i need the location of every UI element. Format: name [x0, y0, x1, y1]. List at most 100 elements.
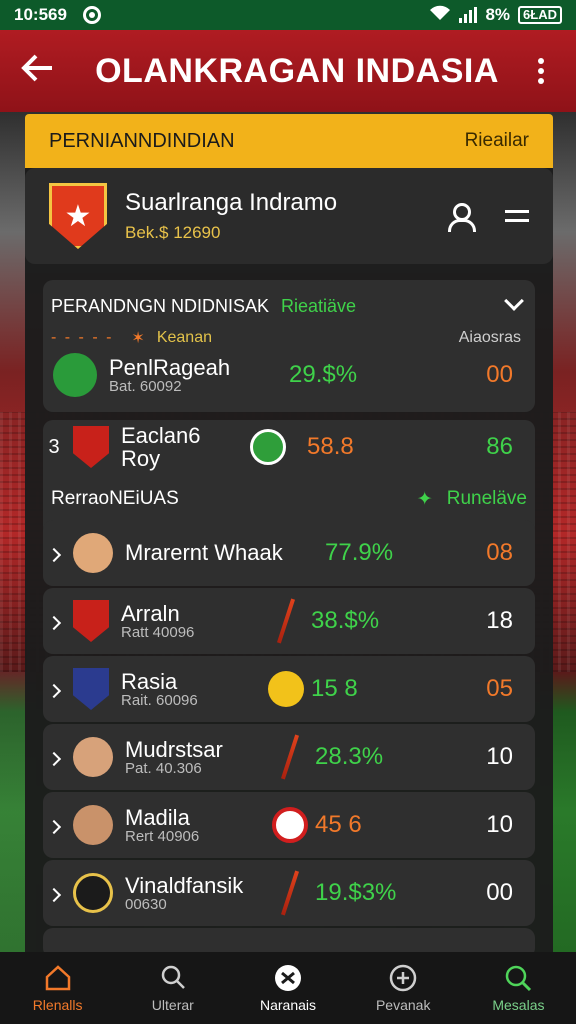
nav-item-home[interactable]: Rlenalls: [0, 952, 115, 1024]
player-row[interactable]: Vinaldfansik 00630 19.$3% 00: [43, 862, 535, 924]
slash-icon: [265, 870, 315, 916]
chevron-right-icon[interactable]: [46, 547, 62, 563]
nav-label: Mesalas: [492, 997, 545, 1013]
add-circle-icon: [389, 964, 417, 992]
home-icon: [45, 965, 70, 991]
player-sub: Ratt 40096: [121, 623, 195, 641]
player-sub: 00630: [125, 895, 167, 913]
nav-label: Naranais: [259, 997, 317, 1013]
player-sub: Pat. 40.306: [125, 759, 202, 777]
standing-heading: PERANDNGN NDIDNISAK: [51, 296, 270, 316]
battery-percent: 8%: [485, 5, 511, 24]
player-value: 10: [486, 811, 513, 838]
nav-label: Ulterar: [151, 997, 194, 1013]
player-row[interactable]: Mudrstsar Pat. 40.306 28.3% 10: [43, 726, 535, 788]
ball-icon: [275, 965, 301, 991]
section-filter[interactable]: Runeläve: [447, 488, 535, 510]
player-value: 08: [486, 539, 513, 566]
club-logo-icon: [73, 426, 109, 468]
search-icon: [506, 965, 532, 992]
player-avatar: [73, 805, 113, 845]
nav-item-search-person[interactable]: Ulterar: [115, 952, 230, 1024]
team-card[interactable]: ★ Suarlranga Indramo Bek.$ 12690: [25, 168, 553, 264]
club-score: 58.8: [307, 433, 354, 460]
player-name: Arraln: [121, 600, 180, 626]
bottom-navigation: Rlenalls Ulterar Naranais Pevanak Mesala…: [0, 952, 576, 1024]
player-sub: Rert 40906: [125, 827, 200, 845]
player-name: Mrarernt Whaak: [125, 540, 283, 566]
more-options-icon[interactable]: [526, 58, 556, 84]
back-arrow-icon[interactable]: [20, 52, 68, 90]
player-name: Madila: [125, 804, 190, 830]
player-value: 10: [486, 743, 513, 770]
signal-icon: [459, 7, 478, 23]
team-logo-icon: [53, 353, 97, 397]
standing-relative-label[interactable]: Rieatiäve: [281, 296, 356, 317]
player-avatar: [73, 737, 113, 777]
standing-team-name: PenlRageah: [109, 354, 231, 380]
standing-team-sub: Bat. 60092: [109, 377, 182, 395]
menu-icon[interactable]: [505, 210, 529, 222]
player-percent: 28.3%: [315, 743, 384, 770]
player-row[interactable]: Madila Rert 40906 45 6 10: [43, 794, 535, 856]
player-percent: 45 6: [315, 811, 362, 838]
page-title: OLANKRAGAN INDASIA: [95, 51, 499, 90]
player-sub: Rait. 60096: [121, 691, 198, 709]
no-entry-icon: [265, 807, 315, 843]
nav-label: Pevanak: [375, 997, 431, 1013]
slash-icon: [265, 734, 315, 780]
profile-icon[interactable]: [447, 203, 476, 232]
chevron-right-icon[interactable]: [46, 751, 62, 767]
team-balance: Bek.$ 12690: [125, 223, 221, 242]
player-percent: 19.$3%: [315, 879, 397, 906]
player-name: Vinaldfansik: [125, 872, 244, 898]
chevron-right-icon[interactable]: [46, 887, 62, 903]
chevron-right-icon[interactable]: [46, 615, 62, 631]
player-avatar: [73, 873, 113, 913]
player-row[interactable]: Mrarernt Whaak 77.9% 08: [43, 522, 535, 584]
wifi-icon: [429, 5, 451, 26]
nav-item-add[interactable]: Pevanak: [346, 952, 461, 1024]
slash-icon: [261, 598, 311, 644]
status-bar: 10:569 8% 6ŁAD: [0, 0, 576, 30]
club-name: Eaclan6 Roy: [121, 422, 201, 471]
player-value: 18: [486, 607, 513, 634]
player-name: Rasia: [121, 668, 178, 694]
player-percent: 38.$%: [311, 607, 380, 634]
main-panel: ★ Suarlranga Indramo Bek.$ 12690 PERANDN…: [25, 168, 553, 958]
nav-item-search[interactable]: Mesalas: [461, 952, 576, 1024]
badge-icon: [243, 429, 293, 465]
notification-icon: [82, 6, 101, 24]
club-value: 86: [486, 433, 513, 460]
player-percent: 77.9%: [325, 539, 394, 566]
chevron-down-icon[interactable]: [504, 291, 524, 311]
search-person-icon: [161, 965, 185, 989]
player-value: 00: [486, 879, 513, 906]
status-time: 10:569: [14, 5, 67, 24]
player-percent: 15 8: [311, 675, 358, 702]
rank-number: 3: [48, 435, 60, 458]
player-row[interactable]: Arraln Ratt 40096 38.$% 18: [43, 590, 535, 652]
chevron-right-icon[interactable]: [46, 683, 62, 699]
player-club-icon: [73, 668, 109, 710]
section-star-icon: ✦: [416, 488, 433, 510]
section-title: RerraoNEiUAS: [51, 488, 179, 509]
league-banner[interactable]: PERNIANNDINDIAN Rieailar: [25, 114, 553, 168]
standing-value: 00: [486, 361, 513, 388]
badge-icon: [261, 671, 311, 707]
banner-title: PERNIANNDINDIAN: [49, 129, 235, 152]
standing-percent: 29.$%: [289, 361, 358, 388]
app-bar: OLANKRAGAN INDASIA: [0, 30, 576, 112]
battery-icon: 6ŁAD: [518, 6, 562, 24]
player-row[interactable]: Rasia Rait. 60096 15 8 05: [43, 658, 535, 720]
chevron-right-icon[interactable]: [46, 819, 62, 835]
player-avatar: [73, 533, 113, 573]
nav-item-ball[interactable]: Naranais: [230, 952, 345, 1024]
standing-row[interactable]: PenlRageah Bat. 60092 29.$% 00: [43, 344, 535, 406]
player-name: Mudrstsar: [125, 736, 223, 762]
banner-link[interactable]: Rieailar: [465, 130, 529, 152]
nav-label: Rlenalls: [32, 997, 83, 1013]
player-value: 05: [486, 675, 513, 702]
team-name: Suarlranga Indramo: [125, 189, 338, 216]
team-crest-icon: ★: [49, 183, 107, 249]
